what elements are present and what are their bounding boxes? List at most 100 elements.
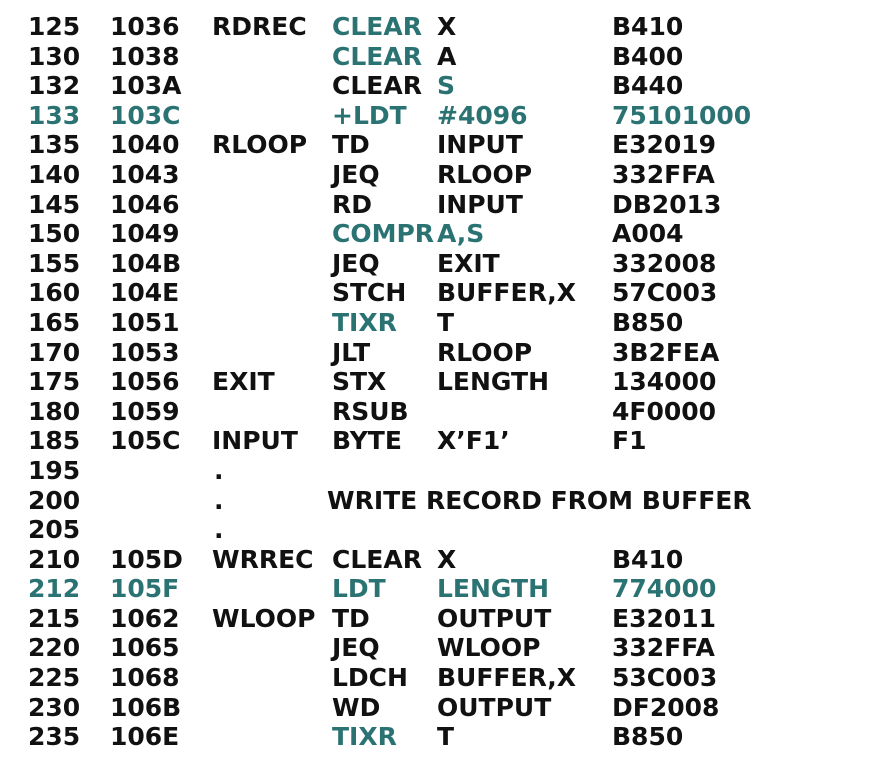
operand-field: OUTPUT: [437, 692, 552, 722]
line-number: 185: [28, 426, 81, 456]
location-counter: 103C: [110, 100, 181, 130]
location-counter: 1040: [110, 130, 180, 160]
listing-row: 212 105F LDT LENGTH 774000: [0, 574, 884, 604]
opcode-mnemonic: LDCH: [332, 663, 408, 693]
symbol-label: WRREC: [212, 544, 314, 574]
opcode-mnemonic: CLEAR: [332, 544, 422, 574]
object-code: B400: [612, 41, 684, 71]
symbol-label: INPUT: [212, 426, 298, 456]
operand-field: S: [437, 71, 456, 101]
opcode-mnemonic: RD: [332, 189, 373, 219]
symbol-label: EXIT: [212, 367, 275, 397]
opcode-mnemonic: TD: [332, 603, 370, 633]
operand-field: X: [437, 12, 457, 41]
opcode-mnemonic: BYTE: [332, 426, 402, 456]
location-counter: 1051: [110, 307, 180, 337]
listing-row: 225 1068 LDCH BUFFER,X 53C003: [0, 663, 884, 693]
opcode-mnemonic: LDT: [332, 574, 386, 604]
opcode-mnemonic: COMPR: [332, 219, 435, 249]
listing-row: 133 103C +LDT #4096 75101000: [0, 101, 884, 131]
object-code: 134000: [612, 367, 717, 397]
line-number: 205: [28, 515, 81, 545]
operand-field: T: [437, 722, 455, 752]
comment-text: WRITE RECORD FROM BUFFER: [327, 485, 752, 515]
location-counter: 105D: [110, 544, 183, 574]
object-code: E32019: [612, 130, 717, 160]
object-code: 332FFA: [612, 159, 715, 189]
line-number: 195: [28, 455, 81, 485]
line-number: 125: [28, 12, 81, 41]
object-code: 75101000: [612, 100, 752, 130]
comment-dot: .: [214, 515, 224, 545]
line-number: 215: [28, 603, 81, 633]
assembly-listing: 125 1036 RDREC CLEAR X B410 130 1038 CLEAR A B400 1…: [0, 12, 884, 752]
line-number: 145: [28, 189, 81, 219]
object-code: DB2013: [612, 189, 722, 219]
location-counter: 104E: [110, 278, 180, 308]
opcode-mnemonic: JEQ: [332, 159, 380, 189]
object-code: 774000: [612, 574, 717, 604]
listing-row: 170 1053 JLT RLOOP 3B2FEA: [0, 338, 884, 368]
operand-field: INPUT: [437, 130, 523, 160]
object-code: E32011: [612, 603, 717, 633]
operand-field: BUFFER,X: [437, 663, 577, 693]
line-number: 225: [28, 663, 81, 693]
object-code: B410: [612, 544, 684, 574]
line-number: 200: [28, 485, 81, 515]
object-code: B850: [612, 722, 684, 752]
opcode-mnemonic: CLEAR: [332, 41, 422, 71]
comment-dot: .: [214, 455, 224, 485]
object-code: A004: [612, 219, 684, 249]
operand-field: LENGTH: [437, 367, 549, 397]
listing-row: 220 1065 JEQ WLOOP 332FFA: [0, 633, 884, 663]
location-counter: 1059: [110, 396, 180, 426]
object-code: 332008: [612, 248, 717, 278]
location-counter: 1068: [110, 663, 180, 693]
opcode-mnemonic: +LDT: [332, 100, 407, 130]
line-number: 175: [28, 367, 81, 397]
listing-row: 125 1036 RDREC CLEAR X B410: [0, 12, 884, 42]
opcode-mnemonic: TD: [332, 130, 370, 160]
opcode-mnemonic: CLEAR: [332, 12, 422, 41]
location-counter: 105F: [110, 574, 180, 604]
line-number: 140: [28, 159, 81, 189]
listing-row: 185 105C INPUT BYTE X’F1’ F1: [0, 426, 884, 456]
line-number: 155: [28, 248, 81, 278]
line-number: 212: [28, 574, 81, 604]
line-number: 235: [28, 722, 81, 752]
operand-field: A: [437, 41, 457, 71]
listing-row: 150 1049 COMPR A,S A004: [0, 219, 884, 249]
location-counter: 1049: [110, 219, 180, 249]
location-counter: 1036: [110, 12, 180, 41]
location-counter: 1038: [110, 41, 180, 71]
operand-field: X: [437, 544, 457, 574]
opcode-mnemonic: JLT: [332, 337, 371, 367]
listing-row: 160 104E STCH BUFFER,X 57C003: [0, 278, 884, 308]
opcode-mnemonic: RSUB: [332, 396, 409, 426]
location-counter: 106B: [110, 692, 182, 722]
opcode-mnemonic: TIXR: [332, 722, 397, 752]
listing-row: 145 1046 RD INPUT DB2013: [0, 190, 884, 220]
operand-field: X’F1’: [437, 426, 510, 456]
line-number: 135: [28, 130, 81, 160]
object-code: 332FFA: [612, 633, 715, 663]
object-code: B410: [612, 12, 684, 41]
line-number: 230: [28, 692, 81, 722]
operand-field: RLOOP: [437, 337, 533, 367]
operand-field: OUTPUT: [437, 603, 552, 633]
symbol-label: RDREC: [212, 12, 307, 41]
opcode-mnemonic: TIXR: [332, 307, 397, 337]
operand-field: T: [437, 307, 455, 337]
listing-row: 215 1062 WLOOP TD OUTPUT E32011: [0, 604, 884, 634]
line-number: 165: [28, 307, 81, 337]
location-counter: 1046: [110, 189, 180, 219]
object-code: DF2008: [612, 692, 720, 722]
listing-row: 180 1059 RSUB 4F0000: [0, 397, 884, 427]
operand-field: BUFFER,X: [437, 278, 577, 308]
listing-row: 235 106E TIXR T B850: [0, 722, 884, 752]
location-counter: 1056: [110, 367, 180, 397]
listing-row: 230 106B WD OUTPUT DF2008: [0, 693, 884, 723]
operand-field: #4096: [437, 100, 528, 130]
operand-field: A,S: [437, 219, 485, 249]
line-number: 132: [28, 71, 81, 101]
